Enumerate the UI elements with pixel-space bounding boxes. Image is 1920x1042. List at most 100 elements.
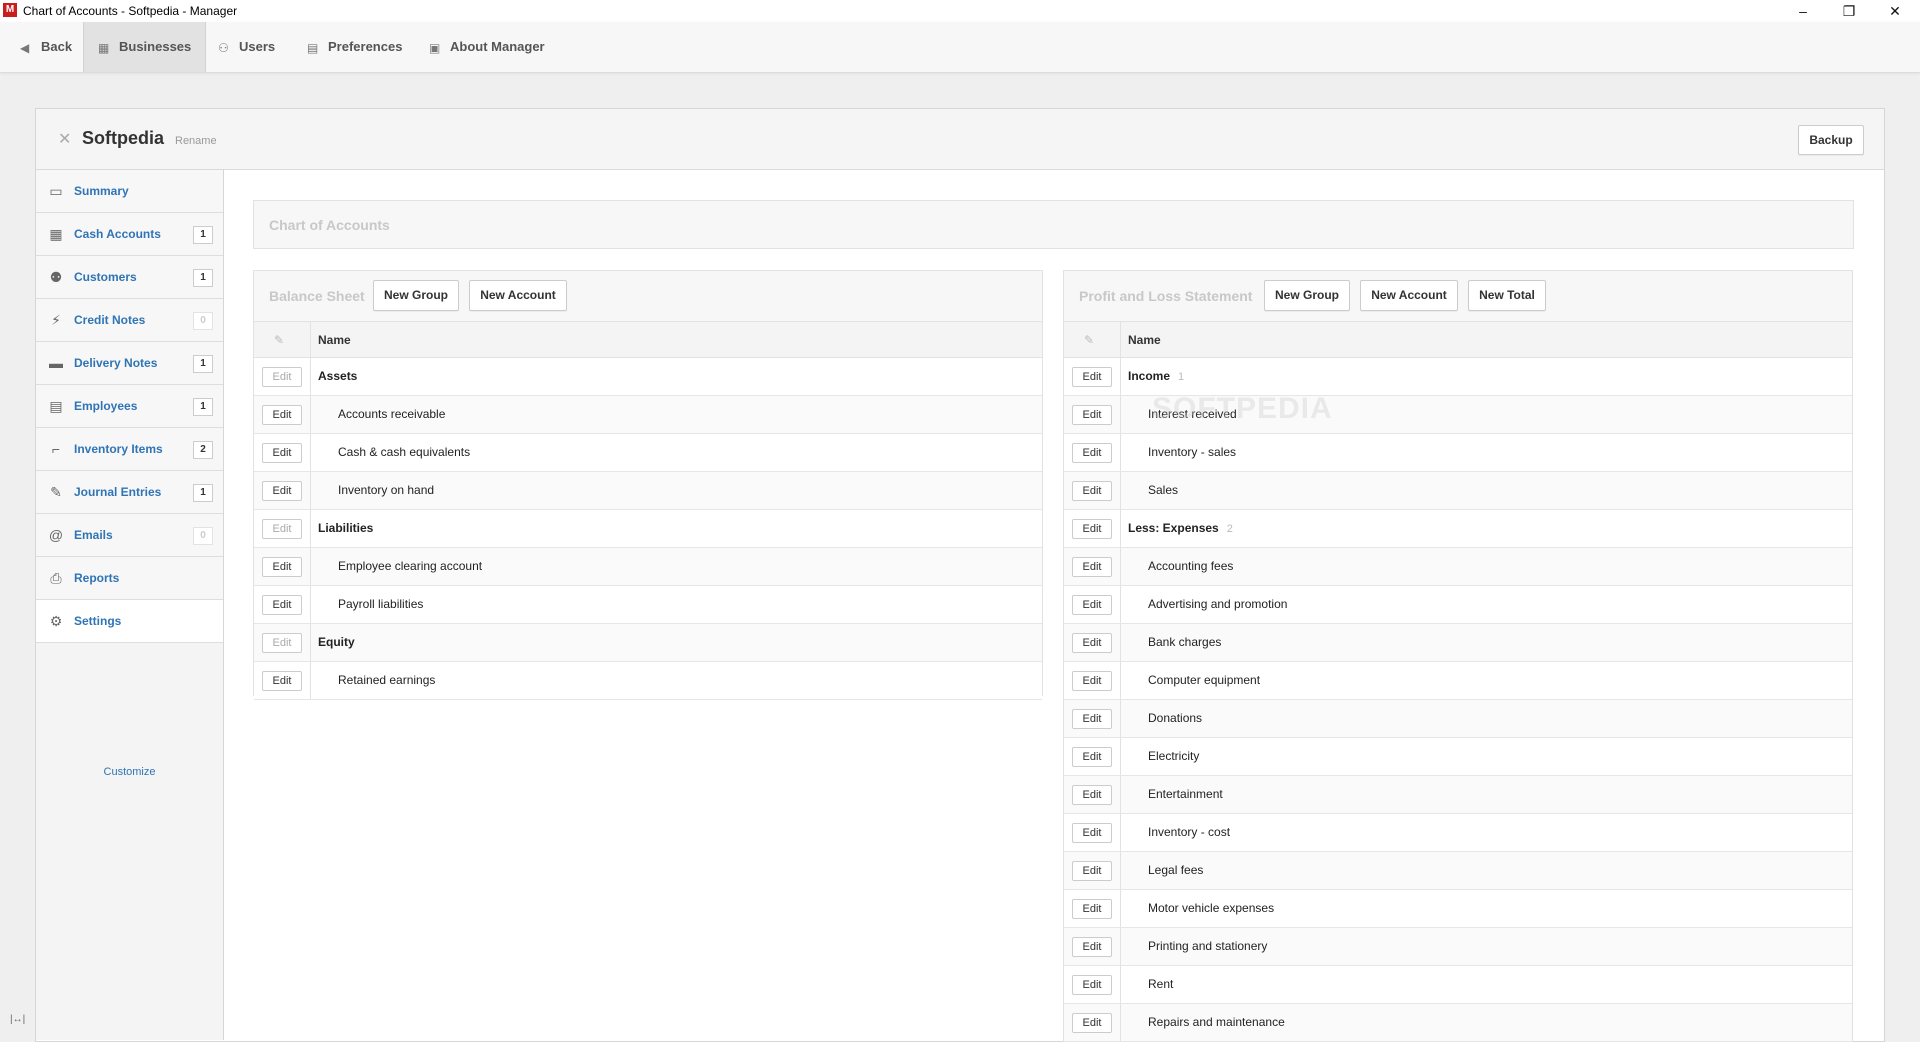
- group-name: Equity: [318, 635, 355, 649]
- about-manager-tab[interactable]: ▣ About Manager: [415, 22, 559, 72]
- account-name: Entertainment: [1148, 787, 1223, 801]
- name-column-header: Name: [1128, 333, 1161, 347]
- edit-button[interactable]: Edit: [1072, 709, 1112, 729]
- table-header: ✎ Name: [1064, 321, 1852, 358]
- edit-button[interactable]: Edit: [1072, 785, 1112, 805]
- table-row: Edit Computer equipment: [1064, 662, 1852, 700]
- edit-button[interactable]: Edit: [262, 443, 302, 463]
- business-header: ✕ Softpedia Rename Backup: [36, 109, 1884, 170]
- rename-link[interactable]: Rename: [175, 135, 217, 147]
- count-badge: 0: [193, 527, 213, 545]
- sidebar-item-settings[interactable]: ⚙ Settings: [36, 600, 223, 643]
- edit-button[interactable]: Edit: [1072, 1013, 1112, 1033]
- bank-icon: ▦: [49, 226, 63, 242]
- lightning-icon: ⚡: [51, 312, 61, 328]
- edit-button[interactable]: Edit: [1072, 937, 1112, 957]
- sidebar-item-journal-entries[interactable]: ✎ Journal Entries 1: [36, 471, 223, 514]
- account-name: Accounts receivable: [338, 407, 446, 421]
- account-name: Sales: [1148, 483, 1179, 497]
- sidebar-item-inventory-items[interactable]: ⌐ Inventory Items 2: [36, 428, 223, 471]
- edit-button[interactable]: Edit: [1072, 747, 1112, 767]
- sidebar-item-customers[interactable]: ⚉ Customers 1: [36, 256, 223, 299]
- edit-button[interactable]: Edit: [1072, 481, 1112, 501]
- table-row: Edit Assets: [254, 358, 1042, 396]
- restore-icon[interactable]: ❐: [1826, 0, 1872, 22]
- table-row: Edit Inventory on hand: [254, 472, 1042, 510]
- edit-button[interactable]: Edit: [262, 405, 302, 425]
- resize-icon[interactable]: |↔|: [10, 1014, 25, 1025]
- bs-new-account-button[interactable]: New Account: [469, 280, 567, 311]
- edit-button[interactable]: Edit: [1072, 519, 1112, 539]
- edit-button[interactable]: Edit: [1072, 975, 1112, 995]
- table-row: Edit Electricity: [1064, 738, 1852, 776]
- building-icon: ▦: [98, 41, 110, 55]
- forklift-icon: ⌐: [51, 441, 61, 457]
- sidebar-item-label: Summary: [74, 184, 129, 198]
- sidebar-item-delivery-notes[interactable]: ▬ Delivery Notes 1: [36, 342, 223, 385]
- edit-button[interactable]: Edit: [1072, 367, 1112, 387]
- table-row: Edit Inventory - cost: [1064, 814, 1852, 852]
- count-badge: 0: [193, 312, 213, 330]
- edit-button[interactable]: Edit: [1072, 899, 1112, 919]
- edit-button[interactable]: Edit: [262, 595, 302, 615]
- sidebar-item-label: Employees: [74, 399, 138, 413]
- back-button[interactable]: ◀ Back: [6, 22, 86, 72]
- count-badge: 1: [193, 226, 213, 244]
- businesses-tab[interactable]: ▦ Businesses: [83, 22, 207, 72]
- edit-button[interactable]: Edit: [262, 481, 302, 501]
- preferences-tab[interactable]: ▤ Preferences: [293, 22, 416, 72]
- title-bar: M Chart of Accounts - Softpedia - Manage…: [0, 0, 1920, 22]
- edit-button[interactable]: Edit: [1072, 557, 1112, 577]
- chart-of-accounts-header: Chart of Accounts: [253, 200, 1854, 249]
- account-name: Inventory - cost: [1148, 825, 1231, 839]
- edit-button[interactable]: Edit: [1072, 861, 1112, 881]
- sidebar-item-emails[interactable]: @ Emails 0: [36, 514, 223, 557]
- table-row: Edit Inventory - sales: [1064, 434, 1852, 472]
- profit-loss-table: ✎ Name Edit Income 1 Edit Interest received E…: [1064, 321, 1852, 1042]
- table-row: Edit Sales: [1064, 472, 1852, 510]
- sidebar-item-employees[interactable]: ▤ Employees 1: [36, 385, 223, 428]
- backup-button[interactable]: Backup: [1798, 125, 1864, 155]
- profit-loss-title: Profit and Loss Statement: [1079, 288, 1253, 304]
- edit-button[interactable]: Edit: [1072, 671, 1112, 691]
- account-name: Printing and stationery: [1148, 939, 1268, 953]
- edit-button[interactable]: Edit: [1072, 595, 1112, 615]
- sidebar-item-summary[interactable]: ▭ Summary: [36, 170, 223, 213]
- manager-logo-icon: ▣: [429, 41, 441, 55]
- close-business-icon[interactable]: ✕: [58, 129, 71, 149]
- edit-button[interactable]: Edit: [262, 557, 302, 577]
- table-row: Edit Advertising and promotion: [1064, 586, 1852, 624]
- window-title: Chart of Accounts - Softpedia - Manager: [23, 4, 238, 18]
- close-icon[interactable]: ✕: [1872, 0, 1918, 22]
- group-count: 1: [1178, 371, 1185, 383]
- users-tab[interactable]: ⚇ Users: [204, 22, 289, 72]
- table-header: ✎ Name: [254, 321, 1042, 358]
- edit-button[interactable]: Edit: [262, 519, 302, 539]
- customize-link[interactable]: Customize: [36, 766, 223, 778]
- edit-button[interactable]: Edit: [262, 367, 302, 387]
- edit-button[interactable]: Edit: [1072, 633, 1112, 653]
- business-name: Softpedia: [82, 128, 165, 148]
- account-name: Payroll liabilities: [338, 597, 424, 611]
- pl-new-account-button[interactable]: New Account: [1360, 280, 1458, 311]
- edit-button[interactable]: Edit: [1072, 823, 1112, 843]
- edit-button[interactable]: Edit: [262, 671, 302, 691]
- profit-loss-panel: Profit and Loss Statement New Group New …: [1063, 270, 1853, 1042]
- table-row: Edit Printing and stationery: [1064, 928, 1852, 966]
- table-row: Edit Entertainment: [1064, 776, 1852, 814]
- edit-button[interactable]: Edit: [1072, 405, 1112, 425]
- pl-new-total-button[interactable]: New Total: [1468, 280, 1546, 311]
- account-name: Rent: [1148, 977, 1174, 991]
- minimize-icon[interactable]: –: [1780, 0, 1826, 22]
- sidebar-item-reports[interactable]: ⎙ Reports: [36, 557, 223, 600]
- pl-new-group-button[interactable]: New Group: [1264, 280, 1350, 311]
- bs-new-group-button[interactable]: New Group: [373, 280, 459, 311]
- edit-button[interactable]: Edit: [262, 633, 302, 653]
- sidebar-item-label: Inventory Items: [74, 442, 163, 456]
- page-title: Chart of Accounts: [269, 217, 390, 233]
- users-icon: ⚇: [218, 41, 229, 55]
- pen-icon: ✎: [50, 484, 62, 500]
- edit-button[interactable]: Edit: [1072, 443, 1112, 463]
- sidebar-item-cash-accounts[interactable]: ▦ Cash Accounts 1: [36, 213, 223, 256]
- sidebar-item-credit-notes[interactable]: ⚡ Credit Notes 0: [36, 299, 223, 342]
